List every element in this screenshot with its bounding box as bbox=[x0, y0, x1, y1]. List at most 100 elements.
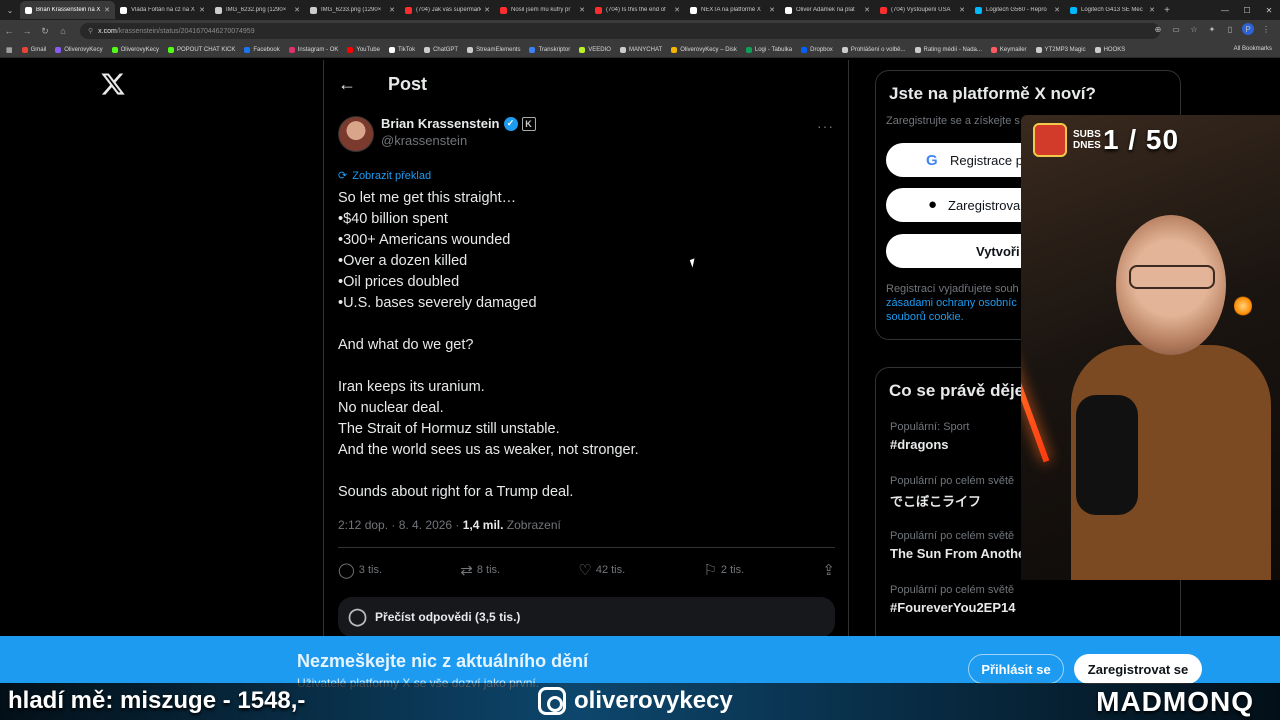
tab-close-icon[interactable]: ✕ bbox=[579, 6, 585, 14]
new-tab-button[interactable]: + bbox=[1160, 5, 1174, 16]
browser-tab[interactable]: (704) Is this the end of ✕ bbox=[590, 1, 685, 19]
bookmark-item[interactable]: VEEDIO bbox=[579, 46, 611, 53]
trend-item[interactable]: Populární: Sport #dragons bbox=[890, 421, 970, 452]
bookmark-item[interactable]: Gmail bbox=[21, 46, 46, 53]
bookmark-star-icon[interactable]: ☆ bbox=[1188, 25, 1200, 34]
browser-tab[interactable]: Brian Krassenstein na X ✕ bbox=[20, 1, 115, 19]
tab-close-icon[interactable]: ✕ bbox=[959, 6, 965, 14]
read-replies-button[interactable]: ◯ Přečíst odpovědi (3,5 tis.) bbox=[338, 597, 835, 637]
bookmark-item[interactable]: OliverovyKecy – Disk bbox=[671, 46, 737, 53]
post-line: •U.S. bases severely damaged bbox=[338, 295, 537, 311]
all-bookmarks-button[interactable]: All Bookmarks bbox=[1234, 46, 1272, 52]
minimize-icon[interactable]: — bbox=[1214, 6, 1236, 15]
sidebar-icon[interactable]: ▯ bbox=[1224, 25, 1236, 34]
author-handle[interactable]: @krassenstein bbox=[381, 133, 536, 148]
bookmark-item[interactable]: ChatGPT bbox=[424, 46, 458, 53]
forward-nav-icon[interactable]: → bbox=[18, 26, 36, 36]
back-nav-icon[interactable]: ← bbox=[0, 26, 18, 36]
browser-tab[interactable]: Logitech G560 - Repro ✕ bbox=[970, 1, 1065, 19]
tab-search-icon[interactable]: ⌄ bbox=[0, 0, 20, 20]
extensions-icon[interactable]: ✦ bbox=[1206, 25, 1218, 34]
tab-close-icon[interactable]: ✕ bbox=[1054, 6, 1060, 14]
login-button[interactable]: Přihlásit se bbox=[968, 654, 1064, 684]
bookmark-item[interactable]: OliverovyKecy bbox=[111, 46, 159, 53]
trend-item[interactable]: Populární po celém světě The Sun From An… bbox=[890, 530, 1025, 561]
create-account-label: Vytvoři bbox=[976, 243, 1020, 259]
tab-close-icon[interactable]: ✕ bbox=[104, 6, 110, 14]
translate-link[interactable]: ⟳ Zobrazit překlad bbox=[338, 169, 431, 183]
bookmark-item[interactable]: Rating médií - Nada... bbox=[914, 46, 982, 53]
glasses bbox=[1129, 265, 1215, 289]
bookmark-item[interactable]: POPOUT CHAT KICK bbox=[167, 46, 235, 53]
bookmark-item[interactable]: Facebook bbox=[244, 46, 280, 53]
privacy-link[interactable]: zásadami ochrany osobníc bbox=[886, 297, 1017, 309]
close-window-icon[interactable]: ✕ bbox=[1258, 6, 1280, 15]
trend-item[interactable]: Populární po celém světě でこぼこライフ bbox=[890, 475, 1014, 510]
browser-tab[interactable]: Vláda Foltán na cz na X ✕ bbox=[115, 1, 210, 19]
bookmark-item[interactable]: OliverovyKecy bbox=[55, 46, 103, 53]
tab-close-icon[interactable]: ✕ bbox=[674, 6, 680, 14]
cookie-link[interactable]: souborů cookie. bbox=[886, 311, 964, 323]
reply-button[interactable]: ◯ 3 tis. bbox=[338, 561, 382, 579]
bookmark-item[interactable]: Transkriptor bbox=[529, 46, 570, 53]
bookmark-favicon-icon bbox=[619, 46, 626, 53]
like-button[interactable]: ♡ 42 tis. bbox=[578, 561, 625, 579]
repost-button[interactable]: ⇄ 8 tis. bbox=[460, 561, 500, 579]
subs-goal-label: SUBS DNES bbox=[1073, 129, 1101, 151]
home-icon[interactable]: ⌂ bbox=[54, 26, 72, 36]
browser-tab[interactable]: (704) Vystoupení USA ✕ bbox=[875, 1, 970, 19]
bookmark-item[interactable]: StreamElements bbox=[467, 46, 520, 53]
tab-close-icon[interactable]: ✕ bbox=[864, 6, 870, 14]
browser-tab[interactable]: IMG_6232.png (1290× ✕ bbox=[210, 1, 305, 19]
back-arrow-icon[interactable]: ← bbox=[338, 74, 360, 95]
post-timestamp[interactable]: 2:12 dop. · 8. 4. 2026 · bbox=[338, 518, 459, 532]
banner-title: Nezmeškejte nic z aktuálního dění bbox=[297, 651, 589, 671]
tab-close-icon[interactable]: ✕ bbox=[769, 6, 775, 14]
bookmark-item[interactable]: MANYCHAT bbox=[619, 46, 662, 53]
tab-close-icon[interactable]: ✕ bbox=[199, 6, 205, 14]
x-logo-icon[interactable] bbox=[100, 71, 126, 97]
share-button[interactable]: ⇪ bbox=[822, 561, 835, 579]
post-header: ← Post bbox=[338, 74, 427, 95]
register-button[interactable]: Zaregistrovat se bbox=[1074, 654, 1202, 684]
bookmark-button[interactable]: ⚐ 2 tis. bbox=[703, 561, 744, 579]
bookmark-item[interactable]: Prohlášení o volbě... bbox=[841, 46, 906, 53]
bookmark-item[interactable]: HOOKS bbox=[1094, 46, 1125, 53]
browser-tab[interactable]: Nosil jsem mu kufry pr ✕ bbox=[495, 1, 590, 19]
tab-close-icon[interactable]: ✕ bbox=[389, 6, 395, 14]
bookmark-label: OliverovyKecy bbox=[120, 46, 159, 53]
zoom-icon[interactable]: ⊕ bbox=[1152, 25, 1164, 34]
trends-title: Co se právě děje bbox=[889, 381, 1025, 400]
tab-title: IMG_6232.png (1290× bbox=[226, 7, 287, 13]
bookmark-item[interactable]: Keymailer bbox=[990, 46, 1027, 53]
tab-close-icon[interactable]: ✕ bbox=[484, 6, 490, 14]
bookmark-item[interactable]: Dropbox bbox=[801, 46, 833, 53]
maximize-icon[interactable]: ☐ bbox=[1236, 6, 1258, 15]
browser-tab[interactable]: (704) Jak vás supermark ✕ bbox=[400, 1, 495, 19]
author-meta: Brian Krassenstein ✓ K @krassenstein bbox=[381, 116, 536, 148]
author-name-row: Brian Krassenstein ✓ K bbox=[381, 116, 536, 131]
browser-tab[interactable]: IMG_6233.png (1290× ✕ bbox=[305, 1, 400, 19]
bookmark-item[interactable]: TikTok bbox=[388, 46, 415, 53]
bookmark-item[interactable]: YT2MP3 Magic bbox=[1035, 46, 1086, 53]
browser-tab[interactable]: Logitech G413 SE Mec ✕ bbox=[1065, 1, 1160, 19]
menu-kebab-icon[interactable]: ⋮ bbox=[1260, 25, 1272, 34]
bookmark-item[interactable]: Instagram - OK bbox=[288, 46, 338, 53]
tab-close-icon[interactable]: ✕ bbox=[1149, 6, 1155, 14]
avatar[interactable] bbox=[338, 116, 374, 152]
browser-tab[interactable]: NEXTA na platformě X ✕ bbox=[685, 1, 780, 19]
author-name[interactable]: Brian Krassenstein bbox=[381, 116, 500, 131]
cast-icon[interactable]: ▭ bbox=[1170, 25, 1182, 34]
profile-avatar[interactable]: P bbox=[1242, 23, 1254, 35]
apps-grid-icon[interactable]: ▦ bbox=[6, 46, 13, 54]
browser-tab[interactable]: Oliver Adámek na plat ✕ bbox=[780, 1, 875, 19]
bookmark-item[interactable]: Logi - Tabulka bbox=[745, 46, 792, 53]
reload-icon[interactable]: ↻ bbox=[36, 26, 54, 37]
more-options-icon[interactable]: ··· bbox=[817, 118, 834, 134]
bookmark-item[interactable]: YouTube bbox=[347, 46, 380, 53]
tab-favicon-icon bbox=[595, 6, 602, 14]
site-info-icon[interactable]: ⚲ bbox=[88, 27, 93, 35]
tab-close-icon[interactable]: ✕ bbox=[294, 6, 300, 14]
url-input[interactable]: ⚲ x.com/krassenstein/status/204167044627… bbox=[80, 23, 1160, 39]
trend-item[interactable]: Populární po celém světě #FoureverYou2EP… bbox=[890, 584, 1015, 615]
